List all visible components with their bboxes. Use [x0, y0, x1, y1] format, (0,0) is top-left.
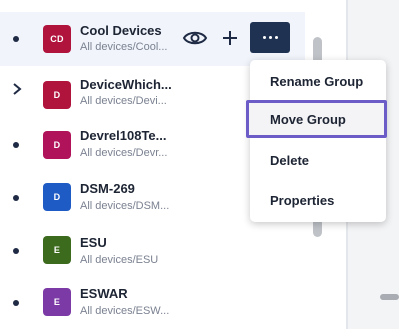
group-name: DSM-269: [80, 181, 135, 196]
tree-row-esu[interactable]: E ESU All devices/ESU: [0, 225, 305, 279]
leaf-bullet-icon: [13, 36, 19, 42]
group-avatar: D: [43, 131, 71, 159]
group-path: All devices/DSM...: [80, 200, 170, 212]
group-name: ESU: [80, 235, 107, 250]
group-path: All devices/Devi...: [80, 95, 167, 107]
ellipsis-icon: [274, 36, 278, 39]
group-path: All devices/ESW...: [80, 305, 170, 317]
group-name: Cool Devices: [80, 23, 162, 38]
more-actions-button[interactable]: [250, 22, 290, 53]
group-avatar: E: [43, 288, 71, 316]
menu-item-properties[interactable]: Properties: [250, 181, 386, 219]
menu-item-delete[interactable]: Delete: [250, 141, 386, 179]
leaf-bullet-icon: [13, 195, 19, 201]
group-avatar: D: [43, 81, 71, 109]
leaf-bullet-icon: [13, 142, 19, 148]
plus-icon[interactable]: [219, 27, 241, 49]
context-menu: Rename Group Move Group Delete Propertie…: [246, 60, 387, 222]
leaf-bullet-icon: [13, 248, 19, 254]
group-name: ESWAR: [80, 286, 128, 301]
group-path: All devices/ESU: [80, 254, 159, 266]
menu-item-rename-group[interactable]: Rename Group: [250, 62, 386, 100]
group-name: DeviceWhich...: [80, 77, 172, 92]
eye-icon[interactable]: [182, 27, 208, 49]
group-avatar: E: [43, 236, 71, 264]
ellipsis-icon: [268, 36, 272, 39]
group-path: All devices/Cool...: [80, 41, 168, 53]
group-name: Devrel108Te...: [80, 128, 167, 143]
tree-row-eswar[interactable]: E ESWAR All devices/ESW...: [0, 276, 305, 329]
group-avatar: CD: [43, 25, 71, 53]
chevron-right-icon[interactable]: [10, 82, 24, 96]
leaf-bullet-icon: [13, 300, 19, 306]
group-avatar: D: [43, 183, 71, 211]
menu-item-move-group[interactable]: Move Group: [246, 100, 387, 138]
ellipsis-icon: [262, 36, 266, 39]
resize-handle[interactable]: [380, 294, 399, 300]
group-path: All devices/Devr...: [80, 147, 168, 159]
